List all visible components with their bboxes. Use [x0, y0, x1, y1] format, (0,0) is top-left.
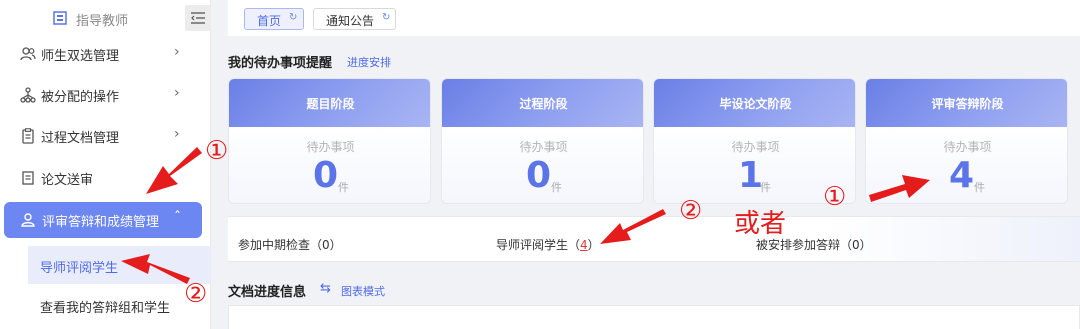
arrow-icon — [600, 209, 666, 244]
arrow-icon — [121, 254, 190, 284]
arrow-icon — [146, 147, 202, 194]
annotation-arrows — [121, 147, 930, 284]
arrow-icon — [869, 175, 930, 202]
